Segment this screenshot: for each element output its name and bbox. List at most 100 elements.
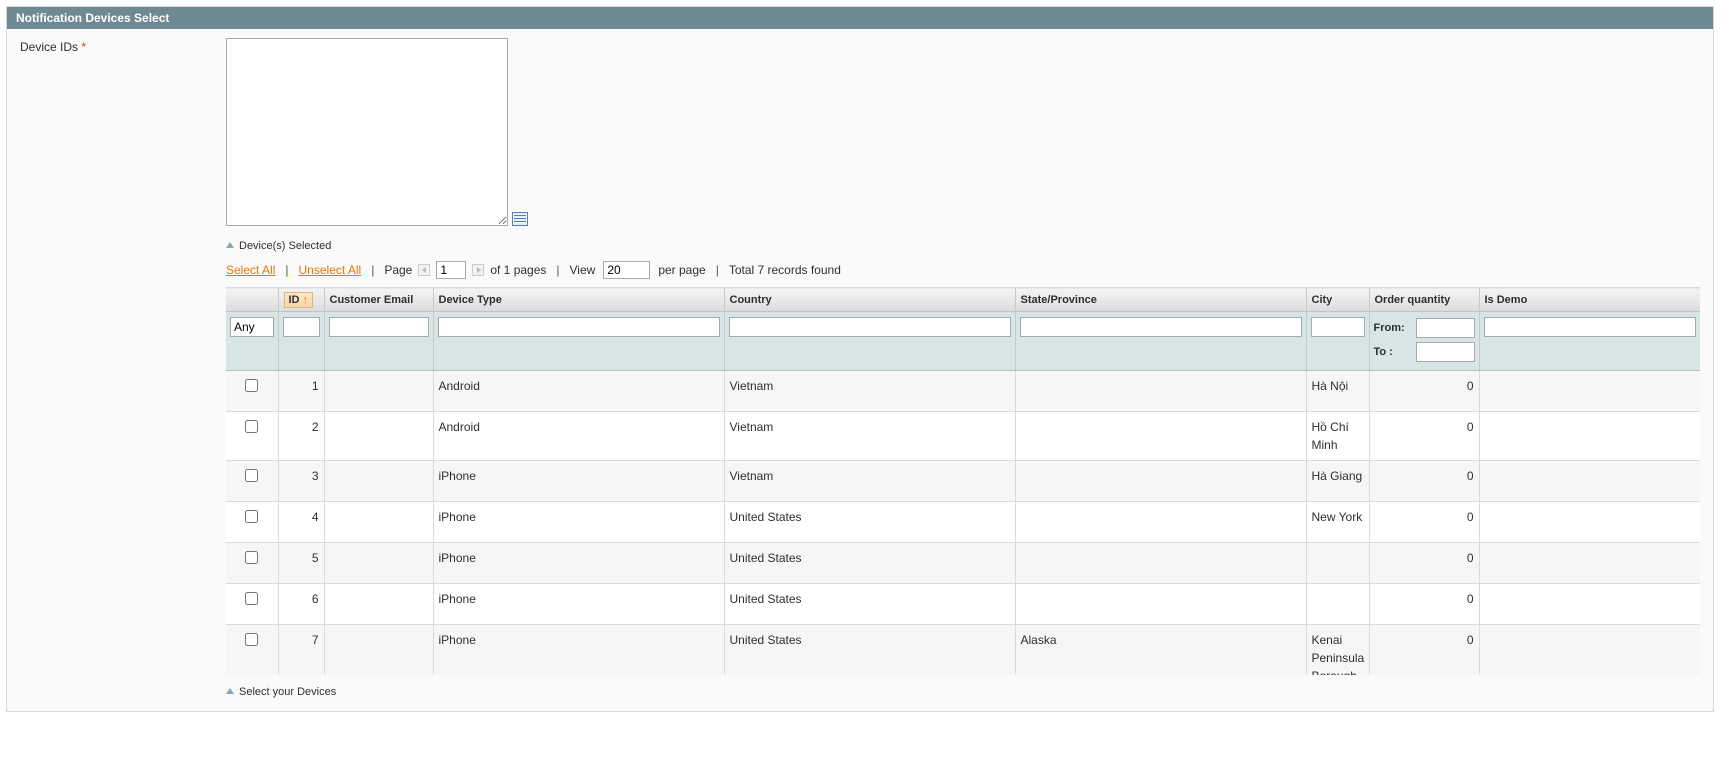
cell-is-demo <box>1479 411 1700 461</box>
next-page-icon[interactable] <box>472 264 485 276</box>
col-header-city[interactable]: City <box>1306 287 1370 312</box>
cell-is-demo <box>1479 370 1700 412</box>
cell-order-quantity: 0 <box>1369 370 1480 412</box>
devices-selected-text: Device(s) Selected <box>239 240 332 252</box>
pager-separator: | <box>556 263 560 277</box>
cell-id: 3 <box>278 460 325 502</box>
row-select-checkbox[interactable] <box>245 633 259 646</box>
order-qty-to-input[interactable] <box>1415 342 1475 362</box>
massaction-filter-select[interactable] <box>230 317 274 337</box>
device-ids-label-text: Device IDs <box>20 40 79 54</box>
cell-id: 7 <box>278 624 325 675</box>
row-select-checkbox-cell <box>226 583 279 625</box>
cell-is-demo <box>1479 583 1700 625</box>
grid-body: 1 Android Vietnam Hà Nội 0 2 Android Vietnam Hồ … <box>226 370 1700 675</box>
cell-device-type: iPhone <box>433 583 725 625</box>
range-to-label: To : <box>1373 346 1393 358</box>
row-select-checkbox[interactable] <box>245 592 259 605</box>
device-type-filter-input[interactable] <box>437 317 720 337</box>
cell-country: Vietnam <box>724 370 1016 412</box>
order-qty-from-input[interactable] <box>1415 318 1475 338</box>
cell-city: New York <box>1306 501 1370 543</box>
row-select-checkbox-cell <box>226 460 279 502</box>
filter-massaction-cell <box>226 311 279 371</box>
id-filter-input[interactable] <box>282 317 320 337</box>
state-filter-input[interactable] <box>1019 317 1302 337</box>
table-row[interactable]: 7 iPhone United States Alaska Kenai Peninsul… <box>226 624 1700 675</box>
filter-order-qty-cell: From: To : <box>1369 311 1480 371</box>
device-ids-textarea[interactable] <box>226 38 508 226</box>
filter-email-cell <box>324 311 434 371</box>
col-header-order-quantity[interactable]: Order quantity <box>1369 287 1480 312</box>
country-filter-input[interactable] <box>728 317 1011 337</box>
cell-state <box>1015 460 1307 502</box>
row-select-checkbox[interactable] <box>245 420 259 433</box>
row-select-checkbox-cell <box>226 501 279 543</box>
row-select-checkbox[interactable] <box>245 379 259 392</box>
cell-id: 1 <box>278 370 325 412</box>
col-header-state[interactable]: State/Province <box>1015 287 1307 312</box>
cell-is-demo <box>1479 624 1700 675</box>
row-select-checkbox[interactable] <box>245 469 259 482</box>
cell-state <box>1015 411 1307 461</box>
cell-country: United States <box>724 501 1016 543</box>
cell-device-type: Android <box>433 411 725 461</box>
devices-grid-wrapper: ID ↑ Customer Email Device Type Country S… <box>226 287 1700 675</box>
select-devices-note: Select your Devices <box>226 686 336 698</box>
cell-city <box>1306 542 1370 584</box>
cell-state <box>1015 370 1307 412</box>
cell-country: Vietnam <box>724 411 1016 461</box>
grid-chooser-icon[interactable] <box>512 212 528 226</box>
grid-header-row: ID ↑ Customer Email Device Type Country S… <box>226 287 1700 312</box>
cell-order-quantity: 0 <box>1369 542 1480 584</box>
col-header-id[interactable]: ID ↑ <box>278 287 325 312</box>
cell-id: 6 <box>278 583 325 625</box>
cell-customer-email <box>324 624 434 675</box>
col-header-country[interactable]: Country <box>724 287 1016 312</box>
cell-order-quantity: 0 <box>1369 460 1480 502</box>
table-row[interactable]: 2 Android Vietnam Hồ Chí Minh 0 <box>226 411 1700 461</box>
page-input[interactable] <box>436 261 467 279</box>
filter-country-cell <box>724 311 1016 371</box>
cell-state <box>1015 542 1307 584</box>
table-row[interactable]: 1 Android Vietnam Hà Nội 0 <box>226 370 1700 412</box>
cell-device-type: iPhone <box>433 542 725 584</box>
pager-separator: | <box>715 263 719 277</box>
pager-separator: | <box>371 263 375 277</box>
select-all-link[interactable]: Select All <box>226 263 275 277</box>
cell-is-demo <box>1479 460 1700 502</box>
per-page-text: per page <box>658 263 706 277</box>
city-filter-input[interactable] <box>1310 317 1365 337</box>
row-select-checkbox-cell <box>226 542 279 584</box>
is-demo-filter-input[interactable] <box>1483 317 1696 337</box>
row-select-checkbox[interactable] <box>245 551 259 564</box>
cell-customer-email <box>324 501 434 543</box>
view-per-page-input[interactable] <box>603 261 651 279</box>
col-header-is-demo[interactable]: Is Demo <box>1479 287 1700 312</box>
cell-state: Alaska <box>1015 624 1307 675</box>
row-select-checkbox-cell <box>226 370 279 412</box>
cell-device-type: iPhone <box>433 460 725 502</box>
grid-filter-row: From: To : <box>226 311 1700 371</box>
unselect-all-link[interactable]: Unselect All <box>298 263 361 277</box>
col-header-device-type[interactable]: Device Type <box>433 287 725 312</box>
cell-id: 5 <box>278 542 325 584</box>
cell-order-quantity: 0 <box>1369 583 1480 625</box>
table-row[interactable]: 4 iPhone United States New York 0 <box>226 501 1700 543</box>
cell-order-quantity: 0 <box>1369 624 1480 675</box>
table-row[interactable]: 5 iPhone United States 0 <box>226 542 1700 584</box>
required-mark: * <box>81 40 87 54</box>
previous-page-icon[interactable] <box>418 264 431 276</box>
col-header-customer-email[interactable]: Customer Email <box>324 287 434 312</box>
cell-city: Hà Nội <box>1306 370 1370 412</box>
pager-separator: | <box>285 263 289 277</box>
email-filter-input[interactable] <box>328 317 429 337</box>
grid-pager: Select All | Unselect All | Page of 1 pa… <box>226 260 841 280</box>
table-row[interactable]: 3 iPhone Vietnam Hà Giang 0 <box>226 460 1700 502</box>
table-row[interactable]: 6 iPhone United States 0 <box>226 583 1700 625</box>
collapse-triangle-icon <box>226 688 234 694</box>
cell-order-quantity: 0 <box>1369 411 1480 461</box>
row-select-checkbox[interactable] <box>245 510 259 523</box>
col-header-massaction <box>226 287 279 312</box>
cell-city: Kenai Peninsula Borough <box>1306 624 1370 675</box>
